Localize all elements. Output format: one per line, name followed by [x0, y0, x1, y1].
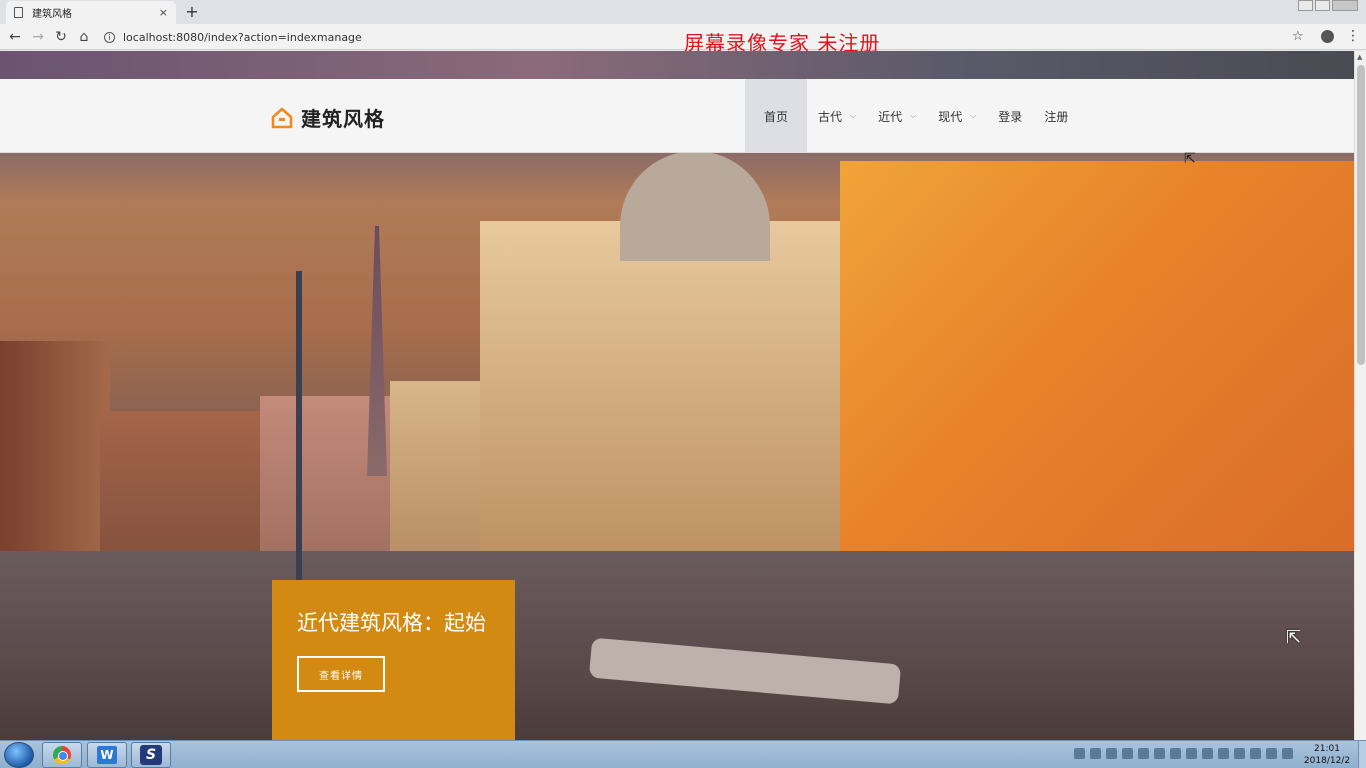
tray-icon[interactable] — [1170, 748, 1181, 759]
tab-close-icon[interactable]: × — [159, 6, 168, 19]
s-app-icon[interactable]: S — [131, 742, 171, 768]
restore-button[interactable] — [1315, 0, 1330, 11]
profile-icon[interactable] — [1321, 30, 1334, 43]
logo-text: 建筑风格 — [301, 107, 385, 131]
mouse-cursor-icon: ⇱ — [1184, 151, 1196, 167]
network-icon[interactable] — [1266, 748, 1277, 759]
chevron-down-icon: ⌵ — [970, 111, 977, 120]
church-facade — [480, 221, 860, 601]
back-button[interactable]: ← — [5, 27, 25, 47]
tab-title: 建筑风格 — [32, 9, 72, 20]
reload-button[interactable]: ↻ — [51, 27, 71, 47]
show-desktop-button[interactable] — [1358, 741, 1366, 768]
tray-icon[interactable] — [1106, 748, 1117, 759]
hero-image — [0, 51, 1354, 740]
flag-icon[interactable] — [1282, 748, 1293, 759]
taskbar: W S 21:01 2018/12/2 — [0, 740, 1366, 768]
url-text: localhost:8080/index?action=indexmanage — [123, 30, 362, 44]
nav-item-login[interactable]: 登录 — [987, 79, 1033, 153]
site-logo[interactable]: 建筑风格 — [271, 103, 385, 132]
chevron-down-icon: ⌵ — [910, 111, 917, 120]
scroll-thumb[interactable] — [1357, 65, 1365, 365]
tray-icon[interactable] — [1122, 748, 1133, 759]
s-app-glyph: S — [140, 745, 162, 765]
web-page: 建筑风格 首页 古代 ⌵ 近代 ⌵ 现代 ⌵ 登录 注册 近代建筑风格：起始 查… — [0, 51, 1354, 740]
minimize-button[interactable] — [1298, 0, 1313, 11]
tray-icon[interactable] — [1218, 748, 1229, 759]
tray-icon[interactable] — [1090, 748, 1101, 759]
clock-date: 2018/12/2 — [1303, 756, 1351, 766]
new-tab-button[interactable]: + — [184, 2, 200, 21]
obelisk — [367, 226, 387, 476]
nav-item-ancient[interactable]: 古代 ⌵ — [807, 79, 867, 153]
lamp-post — [296, 271, 302, 581]
church-dome — [620, 151, 770, 261]
chevron-down-icon: ⌵ — [850, 111, 857, 120]
tray-icon[interactable] — [1154, 748, 1165, 759]
building-orange — [840, 161, 1354, 601]
bookmark-star-icon[interactable]: ☆ — [1292, 29, 1304, 44]
hero-caption: 近代建筑风格：起始 查看详情 — [272, 580, 515, 740]
window-close-button[interactable] — [1332, 0, 1358, 11]
scroll-up-icon[interactable]: ▲ — [1357, 53, 1362, 61]
browser-toolbar: ← → ↻ ⌂ i localhost:8080/index?action=in… — [0, 24, 1366, 50]
nav-label: 注册 — [1044, 109, 1069, 124]
chrome-icon[interactable] — [42, 742, 82, 768]
browser-tabbar: 建筑风格 × + — [0, 0, 1366, 24]
main-nav: 首页 古代 ⌵ 近代 ⌵ 现代 ⌵ 登录 注册 — [745, 79, 1079, 153]
system-clock[interactable]: 21:01 2018/12/2 — [1300, 743, 1354, 767]
nav-label: 首页 — [764, 109, 789, 124]
browser-menu-icon[interactable]: ⋮ — [1346, 28, 1360, 44]
volume-icon[interactable] — [1250, 748, 1261, 759]
mouse-cursor-icon: ⇱ — [1286, 627, 1302, 648]
word-icon[interactable]: W — [87, 742, 127, 768]
clock-time: 21:01 — [1314, 744, 1340, 754]
house-icon — [271, 107, 293, 128]
tray-icon[interactable] — [1074, 748, 1085, 759]
forward-button[interactable]: → — [28, 27, 48, 47]
page-scrollbar[interactable]: ▲ — [1354, 51, 1366, 740]
browser-tab[interactable]: 建筑风格 × — [6, 1, 176, 24]
info-icon[interactable]: i — [104, 31, 115, 43]
nav-item-contemporary[interactable]: 现代 ⌵ — [927, 79, 987, 153]
nav-item-modern-era[interactable]: 近代 ⌵ — [867, 79, 927, 153]
tray-icon[interactable] — [1186, 748, 1197, 759]
tray-icon[interactable] — [1202, 748, 1213, 759]
nav-label: 古代 — [818, 109, 843, 124]
view-details-button[interactable]: 查看详情 — [297, 656, 385, 692]
tray-icon[interactable] — [1138, 748, 1149, 759]
tray-icon[interactable] — [1234, 748, 1245, 759]
nav-item-register[interactable]: 注册 — [1033, 79, 1079, 153]
hero-top-strip — [0, 51, 1354, 79]
start-button[interactable] — [4, 742, 34, 768]
nav-item-home[interactable]: 首页 — [745, 79, 808, 153]
system-tray — [1074, 748, 1293, 759]
page-icon — [14, 7, 23, 18]
nav-label: 现代 — [938, 109, 963, 124]
site-header: 建筑风格 首页 古代 ⌵ 近代 ⌵ 现代 ⌵ 登录 注册 — [0, 79, 1354, 153]
nav-label: 近代 — [878, 109, 903, 124]
nav-label: 登录 — [998, 109, 1023, 124]
word-glyph: W — [97, 746, 117, 764]
hero-caption-title: 近代建筑风格：起始 — [297, 611, 486, 635]
home-button[interactable]: ⌂ — [74, 27, 94, 47]
window-controls — [1298, 0, 1358, 11]
